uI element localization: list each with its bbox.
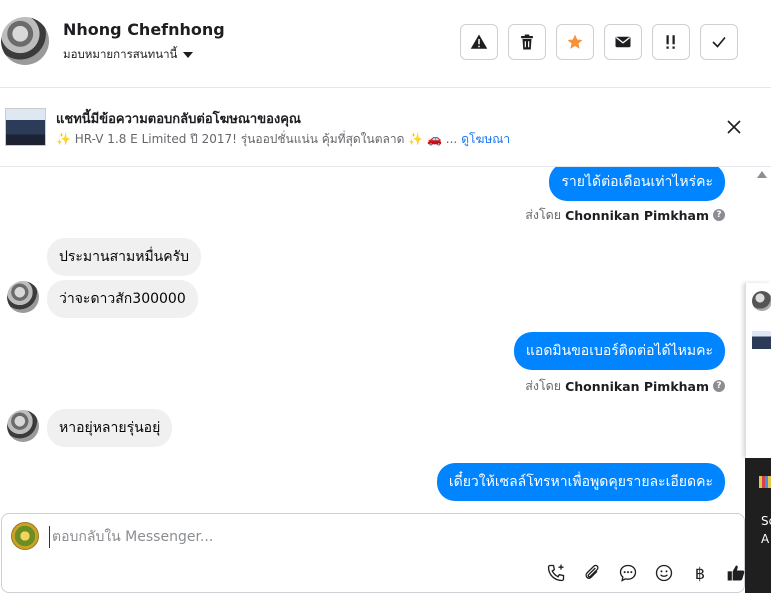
emoji-button[interactable]	[651, 560, 677, 586]
sender-avatar[interactable]	[7, 281, 39, 313]
notification-text-line2: A	[761, 532, 770, 546]
popup-avatar	[752, 291, 771, 311]
phone-plus-icon	[547, 564, 565, 582]
incoming-message[interactable]: ว่าจะดาวสัก300000	[47, 280, 198, 318]
outgoing-message[interactable]: รายได้ต่อเดือนเท่าไหร่คะ	[549, 167, 725, 201]
check-icon	[712, 36, 726, 48]
caret-down-icon	[183, 52, 194, 58]
warning-icon	[470, 34, 488, 49]
ad-description-row: ✨ HR-V 1.8 E Limited ปี 2017! รุ่นออปชั่…	[56, 130, 510, 149]
reply-composer: ฿	[1, 513, 745, 593]
notification-text-line1: Sc	[761, 514, 771, 528]
payment-button[interactable]: ฿	[687, 560, 713, 586]
add-phone-button[interactable]	[543, 560, 569, 586]
app-icon	[759, 476, 771, 488]
exclamation-icon	[666, 35, 675, 49]
sender-name: Chonnikan Pimkham	[565, 207, 709, 223]
message-thread[interactable]: รายได้ต่อเดือนเท่าไหร่คะ ส่งโดย Chonnika…	[0, 167, 771, 512]
sender-name: Chonnikan Pimkham	[565, 378, 709, 394]
sent-by-line: ส่งโดย Chonnikan Pimkham ?	[525, 205, 725, 225]
ad-description: ✨ HR-V 1.8 E Limited ปี 2017! รุ่นออปชั่…	[56, 132, 458, 146]
assign-label: มอบหมายการสนทนานี้	[63, 47, 178, 61]
info-icon[interactable]: ?	[713, 209, 725, 221]
contact-avatar[interactable]	[1, 17, 49, 65]
done-button[interactable]	[700, 24, 738, 60]
sender-avatar[interactable]	[7, 410, 39, 442]
like-button[interactable]	[723, 560, 749, 586]
follow-up-button[interactable]	[652, 24, 690, 60]
assign-conversation-dropdown[interactable]: มอบหมายการสนทนานี้	[63, 46, 194, 64]
sent-by-prefix: ส่งโดย	[525, 207, 562, 222]
incoming-message[interactable]: ประมานสามหมื่นครับ	[47, 238, 202, 276]
composer-toolbar: ฿	[543, 560, 749, 586]
star-button[interactable]	[556, 24, 594, 60]
outgoing-message[interactable]: แอดมินขอเบอร์ติดต่อได้ไหมคะ	[513, 332, 725, 370]
outgoing-message[interactable]: เดี๋ยวให้เซลล์โทรหาเพื่อพูดคุยรายละเอียด…	[436, 463, 725, 501]
info-icon[interactable]: ?	[713, 380, 725, 392]
side-popup-panel[interactable]	[745, 283, 771, 458]
reply-input[interactable]	[49, 526, 649, 548]
header-actions	[460, 24, 738, 60]
spam-button[interactable]	[460, 24, 498, 60]
sent-by-prefix: ส่งโดย	[525, 378, 562, 393]
close-icon	[727, 120, 741, 134]
star-icon	[567, 34, 583, 49]
ad-thumbnail[interactable]	[5, 108, 46, 146]
sent-by-line: ส่งโดย Chonnikan Pimkham ?	[525, 376, 725, 396]
page-avatar	[11, 522, 39, 550]
saved-replies-button[interactable]	[615, 560, 641, 586]
ad-reply-banner: แชทนี้มีข้อความตอบกลับต่อโฆษณาของคุณ ✨ H…	[0, 88, 771, 167]
envelope-icon	[615, 36, 631, 48]
paperclip-icon	[585, 564, 599, 579]
contact-name[interactable]: Nhong Chefnhong	[63, 20, 225, 39]
mark-unread-button[interactable]	[604, 24, 642, 60]
attach-button[interactable]	[579, 560, 605, 586]
view-ad-link[interactable]: ดูโฆษณา	[461, 132, 510, 146]
conversation-header: Nhong Chefnhong มอบหมายการสนทนานี้	[0, 0, 771, 88]
baht-icon: ฿	[694, 563, 706, 583]
close-banner-button[interactable]	[723, 116, 745, 138]
trash-icon	[521, 34, 533, 50]
incoming-message[interactable]: หาอยุ่หลายรุ่นอยุ่	[47, 409, 173, 447]
thumbs-up-icon	[727, 565, 745, 581]
delete-button[interactable]	[508, 24, 546, 60]
chat-bubble-icon	[619, 564, 637, 582]
smiley-icon	[655, 564, 673, 582]
popup-thumbnail	[752, 331, 771, 349]
ad-banner-title: แชทนี้มีข้อความตอบกลับต่อโฆษณาของคุณ	[56, 112, 301, 127]
scroll-up-arrow-icon[interactable]	[757, 171, 767, 178]
